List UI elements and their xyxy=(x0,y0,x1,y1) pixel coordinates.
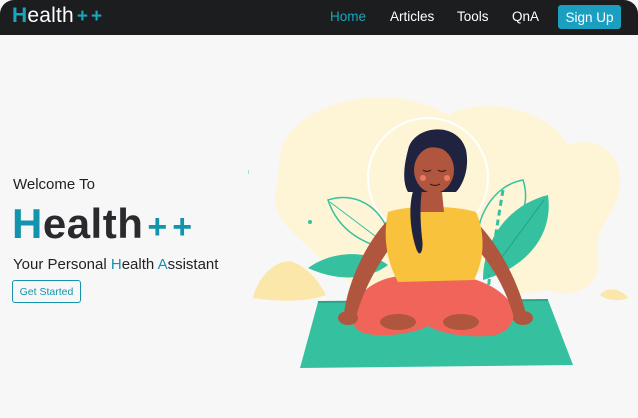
bg-blob-right xyxy=(600,289,628,301)
tagline-part-3: ssistant xyxy=(167,256,219,273)
hero-title-plus: ++ xyxy=(147,208,198,246)
tagline-part-2: ealth xyxy=(121,256,158,273)
tagline-h: H xyxy=(110,256,122,273)
top-navbar: H ealth ++ Home Articles Tools QnA Sign … xyxy=(0,0,638,35)
welcome-text: Welcome To xyxy=(13,176,95,193)
foot-right xyxy=(443,314,479,330)
meditating-woman-illustration xyxy=(248,97,628,368)
brand-name: ealth xyxy=(27,4,74,27)
shirt xyxy=(385,206,483,282)
hero-title-initial: H xyxy=(12,200,43,247)
nav-link-qna[interactable]: QnA xyxy=(512,9,539,24)
face xyxy=(414,147,454,193)
brand-initial: H xyxy=(12,4,28,27)
hero-title: H ealth ++ xyxy=(12,200,197,248)
hero-tagline: Your Personal Health Assistant xyxy=(13,256,218,273)
brand-logo[interactable]: H ealth ++ xyxy=(12,4,105,28)
tagline-a: A xyxy=(157,256,168,273)
tagline-part-1: Your Personal xyxy=(13,256,111,273)
page-frame: H ealth ++ Home Articles Tools QnA Sign … xyxy=(0,0,638,418)
hero-title-name: ealth xyxy=(42,200,144,247)
get-started-button[interactable]: Get Started xyxy=(12,280,81,303)
nav-link-tools[interactable]: Tools xyxy=(457,9,489,24)
nav-link-home[interactable]: Home xyxy=(330,9,366,24)
foot-left xyxy=(380,314,416,330)
deco-dot-2 xyxy=(308,220,312,224)
nav-link-articles[interactable]: Articles xyxy=(390,9,434,24)
brand-plus: ++ xyxy=(76,6,106,27)
signup-button[interactable]: Sign Up xyxy=(558,5,621,29)
